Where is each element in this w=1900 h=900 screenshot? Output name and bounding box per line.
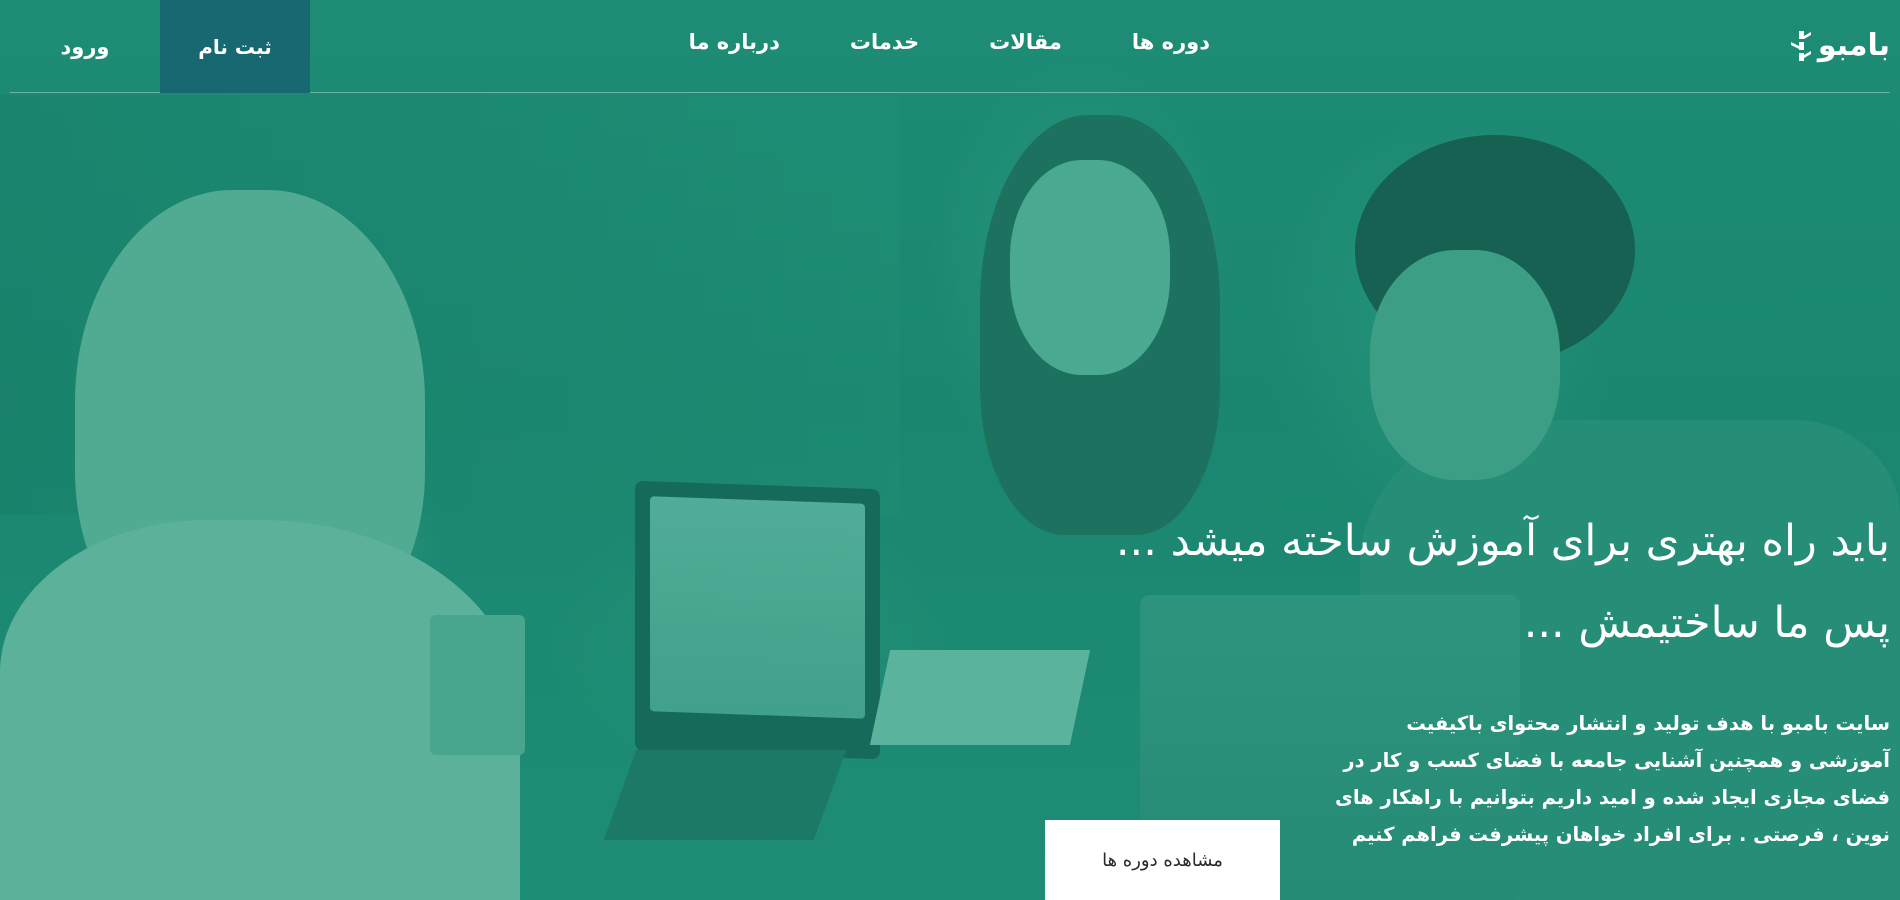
hero-description: سایت بامبو با هدف تولید و انتشار محتوای … — [1334, 712, 1890, 846]
login-button[interactable]: ورود — [10, 0, 160, 93]
logo-text: بامبو — [1817, 28, 1890, 63]
view-courses-button[interactable]: مشاهده دوره ها — [1045, 820, 1280, 900]
nav-item-articles[interactable]: مقالات — [989, 30, 1062, 54]
nav-item-about[interactable]: درباره ما — [689, 30, 780, 54]
main-nav: دوره ها مقالات خدمات درباره ما — [689, 30, 1210, 54]
logo[interactable]: بامبو — [1790, 28, 1890, 63]
navbar: بامبو دوره ها مقالات خدمات درباره ما ورو… — [10, 0, 1890, 93]
hero-title: باید راه بهتری برای آموزش ساخته میشد ...… — [1010, 500, 1890, 664]
nav-item-courses[interactable]: دوره ها — [1132, 30, 1210, 54]
nav-item-services[interactable]: خدمات — [850, 30, 919, 54]
auth-buttons: ورود ثبت نام — [10, 0, 310, 93]
hero-title-line-2: پس ما ساختیمش ... — [1523, 598, 1890, 648]
register-button[interactable]: ثبت نام — [160, 0, 310, 93]
hero-title-line-1: باید راه بهتری برای آموزش ساخته میشد ... — [1115, 516, 1890, 566]
bamboo-icon — [1790, 30, 1811, 61]
